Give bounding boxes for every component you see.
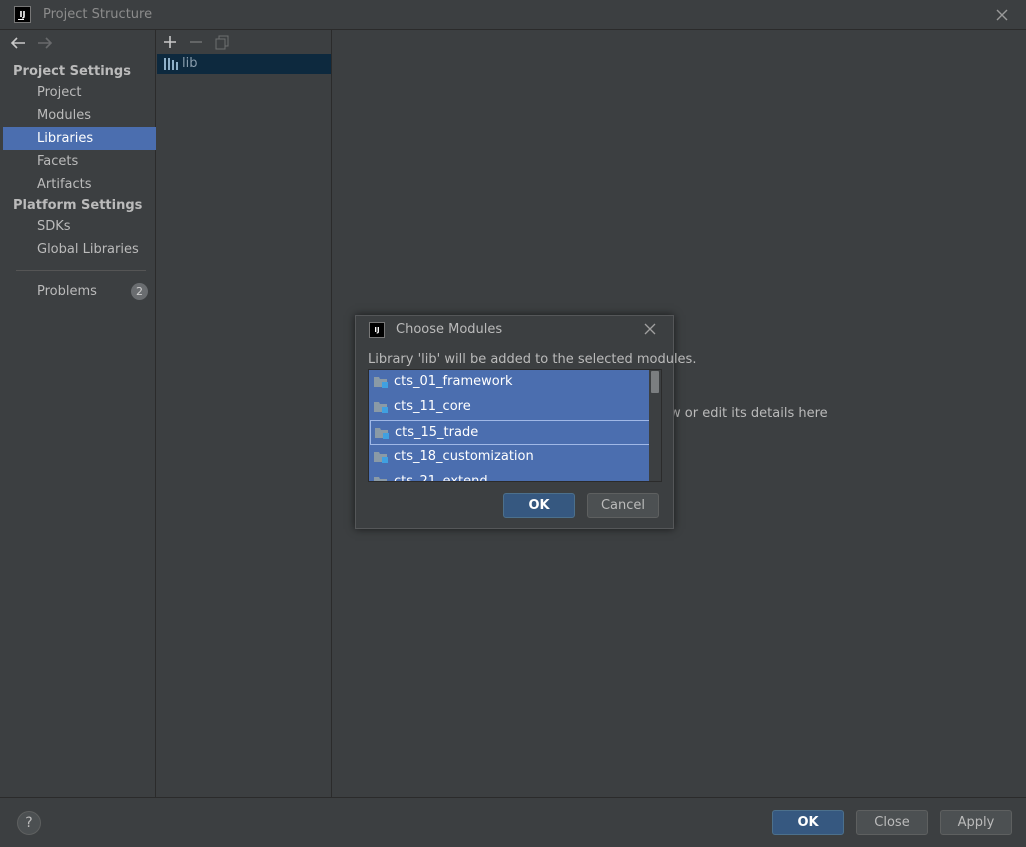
back-arrow-icon[interactable] xyxy=(9,35,27,51)
section-project-settings: Project Settings xyxy=(13,64,131,79)
module-name: cts_15_trade xyxy=(395,425,479,440)
minus-icon[interactable] xyxy=(187,33,205,51)
module-item-cts-15-trade[interactable]: cts_15_trade xyxy=(370,420,650,445)
close-icon[interactable] xyxy=(642,321,658,337)
copy-icon[interactable] xyxy=(213,33,231,51)
dialog-cancel-button[interactable]: Cancel xyxy=(587,493,659,518)
section-platform-settings: Platform Settings xyxy=(13,198,143,213)
module-list-scrollbar[interactable] xyxy=(649,370,661,481)
module-item-cts-11-core[interactable]: cts_11_core xyxy=(370,395,650,420)
module-folder-icon xyxy=(374,477,387,481)
module-name: cts_21_extend xyxy=(394,474,488,482)
title-bar: IJ Project Structure xyxy=(0,0,1026,30)
dialog-message: Library 'lib' will be added to the selec… xyxy=(368,352,697,367)
sidebar-item-label: Modules xyxy=(37,108,92,123)
library-name: lib xyxy=(182,56,198,71)
divider xyxy=(16,270,146,271)
module-item-cts-21-extend[interactable]: cts_21_extend xyxy=(370,470,650,482)
sidebar-item-label: Problems xyxy=(37,284,97,299)
sidebar-item-problems[interactable]: Problems 2 xyxy=(3,280,156,303)
close-button[interactable]: Close xyxy=(856,810,928,835)
ok-button[interactable]: OK xyxy=(772,810,844,835)
intellij-logo-icon: IJ xyxy=(369,322,385,338)
module-name: cts_18_customization xyxy=(394,449,534,464)
sidebar-item-label: Artifacts xyxy=(37,177,92,192)
sidebar-item-modules[interactable]: Modules xyxy=(3,104,156,127)
module-list: cts_01_framework cts_11_core cts_15_trad… xyxy=(368,369,662,482)
sidebar-item-label: Facets xyxy=(37,154,79,169)
library-icon xyxy=(164,58,178,70)
sidebar-item-sdks[interactable]: SDKs xyxy=(3,215,156,238)
module-item-cts-18-customization[interactable]: cts_18_customization xyxy=(370,445,650,470)
module-folder-icon xyxy=(375,428,389,439)
sidebar-item-label: Libraries xyxy=(37,131,94,146)
help-button[interactable]: ? xyxy=(17,811,41,835)
libraries-panel: lib xyxy=(157,30,332,797)
module-name: cts_01_framework xyxy=(394,374,513,389)
module-name: cts_11_core xyxy=(394,399,471,414)
scrollbar-thumb[interactable] xyxy=(651,371,659,393)
choose-modules-dialog: IJ Choose Modules Library 'lib' will be … xyxy=(355,315,696,529)
module-item-cts-01-framework[interactable]: cts_01_framework xyxy=(370,370,650,395)
window-title: Project Structure xyxy=(43,7,153,22)
module-folder-icon xyxy=(374,377,388,388)
sidebar-item-libraries[interactable]: Libraries xyxy=(3,127,156,150)
library-item-lib[interactable]: lib xyxy=(157,54,331,74)
dialog-title: Choose Modules xyxy=(396,322,503,337)
details-hint-text: w or edit its details here xyxy=(670,406,828,421)
sidebar-item-label: SDKs xyxy=(37,219,71,234)
plus-icon[interactable] xyxy=(161,33,179,51)
module-folder-icon xyxy=(374,452,388,463)
apply-button[interactable]: Apply xyxy=(940,810,1012,835)
sidebar-item-facets[interactable]: Facets xyxy=(3,150,156,173)
sidebar-item-artifacts[interactable]: Artifacts xyxy=(3,173,156,196)
close-icon[interactable] xyxy=(992,5,1012,25)
footer-bar: ? OK Close Apply xyxy=(0,797,1026,847)
sidebar-item-global-libraries[interactable]: Global Libraries xyxy=(3,238,156,261)
sidebar-item-project[interactable]: Project xyxy=(3,81,156,104)
sidebar-item-label: Project xyxy=(37,85,82,100)
problems-count-badge: 2 xyxy=(131,283,148,300)
sidebar: Project Settings Project Modules Librari… xyxy=(3,30,156,797)
intellij-logo-icon: IJ xyxy=(14,6,31,23)
dialog-ok-button[interactable]: OK xyxy=(503,493,575,518)
forward-arrow-icon[interactable] xyxy=(36,35,54,51)
module-folder-icon xyxy=(374,402,388,413)
sidebar-item-label: Global Libraries xyxy=(37,242,139,257)
